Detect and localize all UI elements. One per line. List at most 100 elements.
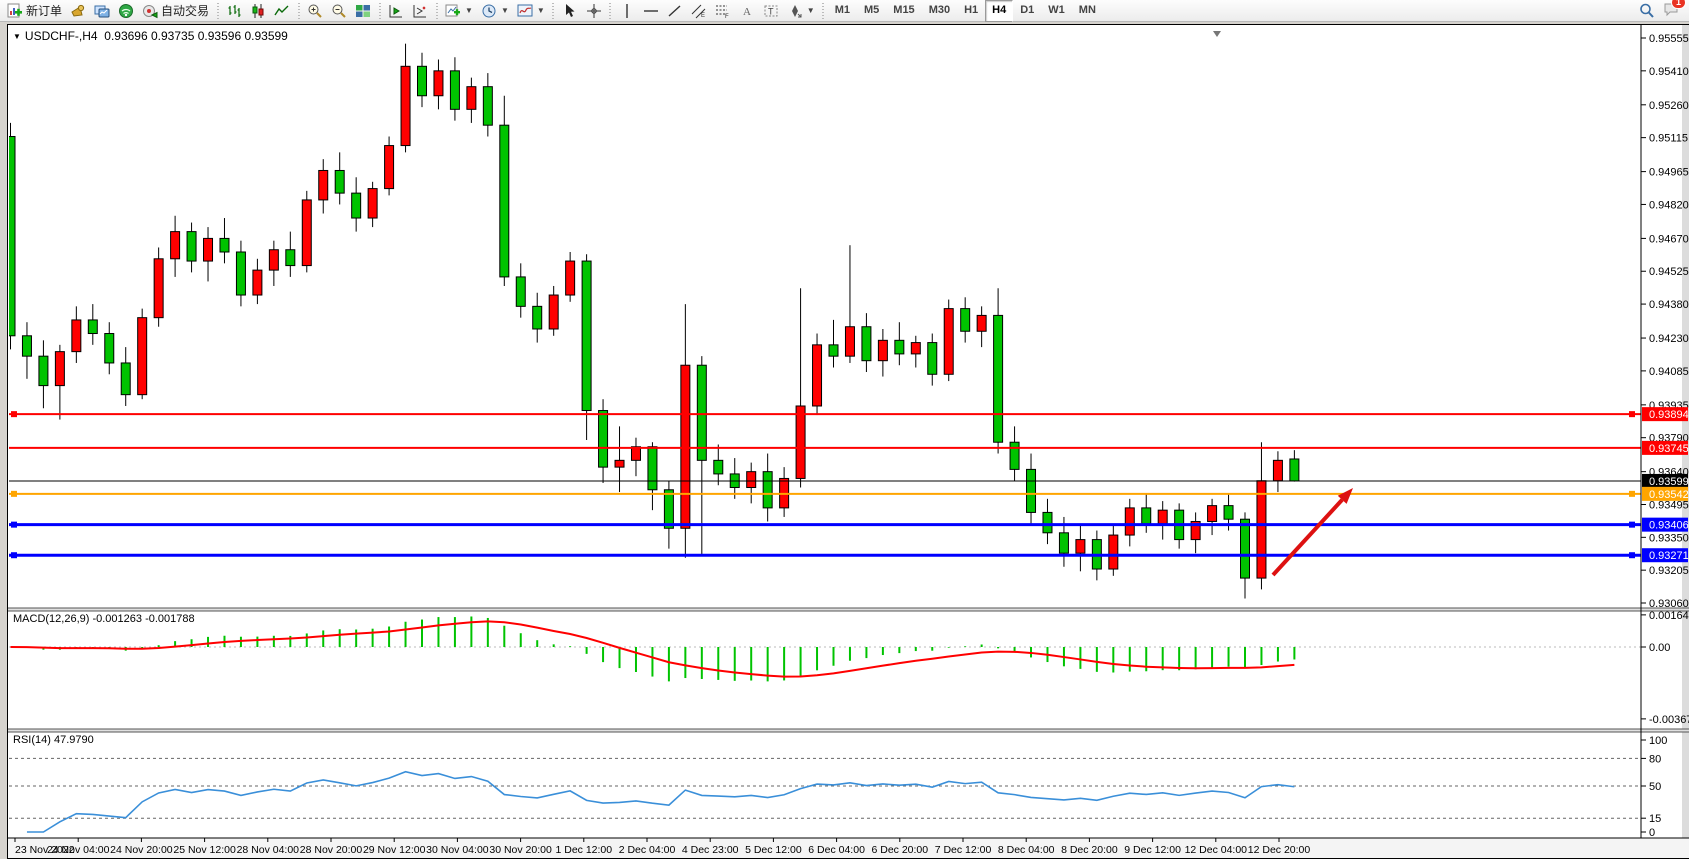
zoom-out-button[interactable] (327, 1, 351, 21)
chevron-down-icon: ▼ (501, 6, 509, 15)
svg-text:0.95115: 0.95115 (1649, 133, 1688, 145)
svg-text:7 Dec 12:00: 7 Dec 12:00 (935, 844, 992, 856)
tab-timeframe-h4[interactable]: H4 (985, 0, 1013, 22)
tile-windows-icon (355, 3, 371, 19)
svg-text:8 Dec 20:00: 8 Dec 20:00 (1061, 844, 1118, 856)
toolbar-separator (377, 3, 382, 19)
price-label-0.93745: 0.93745 (1649, 443, 1689, 455)
notifications-button[interactable]: 1 (1663, 1, 1679, 20)
svg-text:0.93350: 0.93350 (1649, 532, 1689, 544)
arrows-tool-dropdown[interactable]: ▼ (783, 1, 819, 21)
vertical-line-tool[interactable] (615, 1, 639, 21)
tab-timeframe-d1[interactable]: D1 (1013, 0, 1041, 22)
svg-text:0: 0 (1649, 827, 1655, 839)
new-chart-dropdown[interactable]: ▼ (441, 1, 477, 21)
period-dropdown[interactable]: ▼ (477, 1, 513, 21)
svg-text:25 Nov 12:00: 25 Nov 12:00 (173, 844, 236, 856)
tab-timeframe-h1[interactable]: H1 (957, 0, 985, 22)
svg-text:12 Dec 20:00: 12 Dec 20:00 (1248, 844, 1311, 856)
svg-text:0.93495: 0.93495 (1649, 499, 1689, 511)
tab-timeframe-m15[interactable]: M15 (886, 0, 921, 22)
svg-text:2 Dec 04:00: 2 Dec 04:00 (619, 844, 676, 856)
toolbar-separator (215, 3, 220, 19)
price-label-0.93894: 0.93894 (1649, 409, 1689, 421)
zoom-out-icon (331, 3, 347, 19)
signal-globe-icon (118, 3, 134, 19)
new-order-button[interactable]: 新订单 (3, 1, 66, 21)
svg-text:A: A (743, 6, 751, 18)
price-label-0.93542: 0.93542 (1649, 489, 1689, 501)
svg-text:1 Dec 12:00: 1 Dec 12:00 (555, 844, 612, 856)
price-label-0.93599: 0.93599 (1649, 476, 1689, 488)
svg-text:24 Nov 20:00: 24 Nov 20:00 (110, 844, 173, 856)
svg-text:24 Nov 04:00: 24 Nov 04:00 (47, 844, 110, 856)
price-label-0.93406: 0.93406 (1649, 520, 1689, 532)
zoom-in-button[interactable] (303, 1, 327, 21)
tab-timeframe-m30[interactable]: M30 (922, 0, 957, 22)
svg-text:-0.003674: -0.003674 (1649, 714, 1689, 726)
channel-tool[interactable]: E (687, 1, 711, 21)
trendline-tool[interactable] (663, 1, 687, 21)
new-order-icon (7, 3, 23, 19)
toolbar-separator (608, 3, 613, 19)
svg-text:0.00: 0.00 (1649, 642, 1670, 654)
candle-chart-mode-button[interactable] (246, 1, 270, 21)
search-icon[interactable] (1639, 3, 1655, 19)
line-chart-mode-button[interactable] (270, 1, 294, 21)
svg-text:12 Dec 04:00: 12 Dec 04:00 (1185, 844, 1248, 856)
publish-button[interactable] (66, 1, 90, 21)
svg-text:5 Dec 12:00: 5 Dec 12:00 (745, 844, 802, 856)
tab-timeframe-m1[interactable]: M1 (828, 0, 857, 22)
svg-text:0.93060: 0.93060 (1649, 598, 1689, 610)
text-tool[interactable]: A (735, 1, 759, 21)
tab-timeframe-m5[interactable]: M5 (857, 0, 886, 22)
horizontal-line-icon (643, 3, 659, 19)
svg-text:T: T (768, 6, 774, 16)
svg-text:100: 100 (1649, 735, 1667, 747)
candlestick-chart-icon (250, 3, 266, 19)
tab-timeframe-mn[interactable]: MN (1072, 0, 1103, 22)
text-label-tool[interactable]: T (759, 1, 783, 21)
equidistant-channel-icon: E (691, 3, 707, 19)
chart-canvas[interactable]: 0.955550.954100.952600.951150.949650.948… (8, 25, 1689, 858)
svg-text:6 Dec 04:00: 6 Dec 04:00 (808, 844, 865, 856)
arrows-shapes-icon (787, 3, 803, 19)
horizontal-line-tool[interactable] (639, 1, 663, 21)
toolbar-separator (821, 3, 826, 19)
auto-scroll-button[interactable] (408, 1, 432, 21)
svg-text:28 Nov 04:00: 28 Nov 04:00 (237, 844, 300, 856)
chart-window: 0.955550.954100.952600.951150.949650.948… (7, 24, 1689, 859)
svg-text:80: 80 (1649, 753, 1661, 765)
signal-button[interactable] (114, 1, 138, 21)
bar-chart-mode-button[interactable] (222, 1, 246, 21)
clock-icon (481, 3, 497, 19)
chevron-down-icon: ▼ (537, 6, 545, 15)
svg-text:0.94670: 0.94670 (1649, 233, 1689, 245)
tile-windows-button[interactable] (351, 1, 375, 21)
svg-text:0.94085: 0.94085 (1649, 366, 1689, 378)
svg-text:F: F (725, 14, 729, 19)
chevron-down-icon: ▼ (807, 6, 815, 15)
svg-text:0.94965: 0.94965 (1649, 167, 1689, 179)
svg-text:0.94230: 0.94230 (1649, 333, 1689, 345)
chart-shift-button[interactable] (384, 1, 408, 21)
indicators-dropdown[interactable]: ▼ (513, 1, 549, 21)
svg-text:50: 50 (1649, 781, 1661, 793)
svg-text:0.93205: 0.93205 (1649, 565, 1689, 577)
svg-text:9 Dec 12:00: 9 Dec 12:00 (1124, 844, 1181, 856)
svg-text:30 Nov 20:00: 30 Nov 20:00 (489, 844, 552, 856)
svg-text:0.95260: 0.95260 (1649, 100, 1689, 112)
auto-trading-label: 自动交易 (161, 2, 209, 19)
terminal-button[interactable] (90, 1, 114, 21)
cursor-tool-button[interactable] (558, 1, 582, 21)
svg-text:0.94525: 0.94525 (1649, 266, 1689, 278)
crosshair-tool-button[interactable] (582, 1, 606, 21)
svg-text:E: E (701, 13, 705, 19)
svg-text:4 Dec 23:00: 4 Dec 23:00 (682, 844, 739, 856)
svg-text:0.95410: 0.95410 (1649, 66, 1689, 78)
svg-text:29 Nov 12:00: 29 Nov 12:00 (363, 844, 426, 856)
tab-timeframe-w1[interactable]: W1 (1041, 0, 1072, 22)
bar-chart-icon (226, 3, 242, 19)
auto-trading-button[interactable]: 自动交易 (138, 1, 213, 21)
fibonacci-tool[interactable]: F (711, 1, 735, 21)
